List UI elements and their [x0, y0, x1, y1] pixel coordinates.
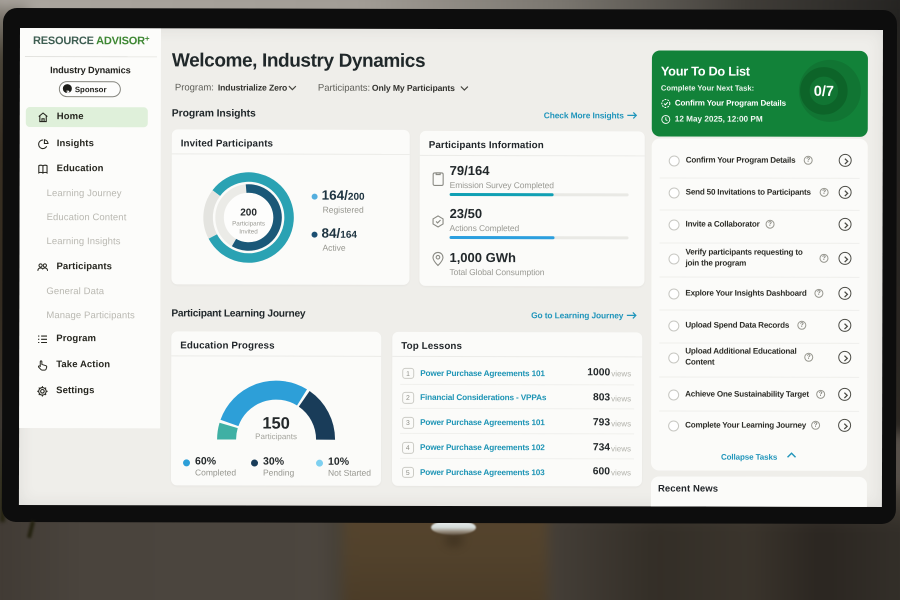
- svg-text:Participants: Participants: [255, 432, 297, 441]
- svg-text:0/7: 0/7: [814, 83, 834, 99]
- svg-text:Participants: Participants: [232, 220, 265, 227]
- svg-text:Invited: Invited: [239, 228, 258, 235]
- svg-text:150: 150: [262, 415, 290, 433]
- svg-text:200: 200: [240, 208, 257, 219]
